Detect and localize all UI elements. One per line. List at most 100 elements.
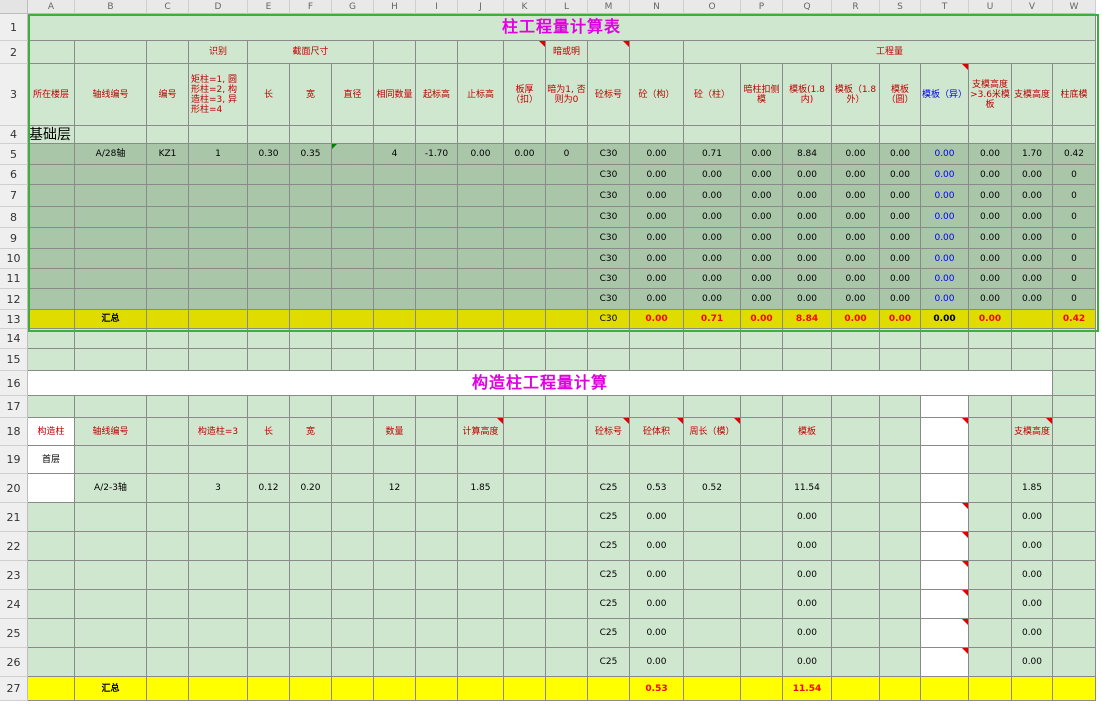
cell-f[interactable] xyxy=(290,532,332,561)
cell-p[interactable]: 0.00 xyxy=(741,269,783,289)
cell-j[interactable] xyxy=(458,648,504,677)
row-header-3[interactable]: 3 xyxy=(0,64,28,126)
cell-l[interactable] xyxy=(546,474,588,503)
cell-r[interactable]: 0.00 xyxy=(832,249,880,269)
cell-j[interactable] xyxy=(458,310,504,329)
cell-s[interactable] xyxy=(880,532,921,561)
cell-k[interactable] xyxy=(504,590,546,619)
cell-r[interactable] xyxy=(832,561,880,590)
cell-q[interactable] xyxy=(783,446,832,474)
cell-w[interactable]: 0 xyxy=(1053,207,1096,228)
cell-e[interactable] xyxy=(248,446,290,474)
column-header-i[interactable]: I xyxy=(416,0,458,14)
cell-k[interactable] xyxy=(504,207,546,228)
cell-e[interactable] xyxy=(248,329,290,349)
cell-t[interactable] xyxy=(921,446,969,474)
cell-u[interactable]: 0.00 xyxy=(969,165,1012,185)
cell-s[interactable] xyxy=(880,329,921,349)
cell-s[interactable] xyxy=(880,648,921,677)
cell-d[interactable] xyxy=(189,561,248,590)
cell-q[interactable]: 0.00 xyxy=(783,165,832,185)
cell-j[interactable] xyxy=(458,503,504,532)
column-header-s[interactable]: S xyxy=(880,0,921,14)
cell-w[interactable] xyxy=(1053,648,1096,677)
cell-k[interactable] xyxy=(504,310,546,329)
cell-n[interactable]: 0.00 xyxy=(630,310,684,329)
cell-q[interactable]: 0.00 xyxy=(783,269,832,289)
cell-i[interactable] xyxy=(416,249,458,269)
cell-f[interactable] xyxy=(290,228,332,249)
column-header-t[interactable]: T xyxy=(921,0,969,14)
cell-l[interactable] xyxy=(546,207,588,228)
cell-q[interactable]: 11.54 xyxy=(783,677,832,701)
cell-b[interactable] xyxy=(75,185,147,207)
column-header-g[interactable]: G xyxy=(332,0,374,14)
cell-f[interactable] xyxy=(290,165,332,185)
cell-g[interactable] xyxy=(332,228,374,249)
cell-s[interactable] xyxy=(880,349,921,371)
cell-c[interactable] xyxy=(147,503,189,532)
row-header-11[interactable]: 11 xyxy=(0,269,28,289)
cell-d[interactable] xyxy=(189,349,248,371)
cell-r[interactable]: 0.00 xyxy=(832,185,880,207)
cell-h[interactable] xyxy=(374,289,416,310)
cell-h[interactable] xyxy=(374,677,416,701)
cell-w[interactable] xyxy=(1053,371,1096,396)
cell-v[interactable]: 0.00 xyxy=(1012,165,1053,185)
cell-l[interactable] xyxy=(546,228,588,249)
cell-f[interactable] xyxy=(290,310,332,329)
cell-s[interactable]: 0.00 xyxy=(880,289,921,310)
cell-f[interactable] xyxy=(290,590,332,619)
cell-t[interactable]: 0.00 xyxy=(921,310,969,329)
row-header-23[interactable]: 23 xyxy=(0,561,28,590)
cell-b[interactable]: A/28轴 xyxy=(75,144,147,165)
cell-s[interactable] xyxy=(880,446,921,474)
cell-d[interactable] xyxy=(189,619,248,648)
cell-j[interactable] xyxy=(458,590,504,619)
header-q-form-out[interactable]: 模板（1.8外） xyxy=(832,64,880,126)
cell-e[interactable] xyxy=(248,503,290,532)
cell-n[interactable]: 0.00 xyxy=(630,289,684,310)
cell-d[interactable] xyxy=(189,207,248,228)
cell-i[interactable] xyxy=(416,561,458,590)
cell-r[interactable] xyxy=(832,677,880,701)
cell-v[interactable] xyxy=(1012,126,1053,144)
cell-n[interactable] xyxy=(630,41,684,64)
cell-a[interactable] xyxy=(28,619,75,648)
cell-f[interactable] xyxy=(290,503,332,532)
cell-w[interactable] xyxy=(1053,418,1096,446)
cell-b[interactable] xyxy=(75,269,147,289)
cell-e[interactable] xyxy=(248,126,290,144)
column-header-e[interactable]: E xyxy=(248,0,290,14)
cell-q[interactable]: 0.00 xyxy=(783,561,832,590)
cell-v[interactable]: 1.85 xyxy=(1012,474,1053,503)
cell-j[interactable] xyxy=(458,329,504,349)
cell-v[interactable]: 1.70 xyxy=(1012,144,1053,165)
cell-n[interactable]: 0.00 xyxy=(630,165,684,185)
cell-s[interactable]: 0.00 xyxy=(880,185,921,207)
title-column-calc[interactable]: 柱工程量计算表 xyxy=(28,14,1096,41)
cell-p[interactable] xyxy=(741,446,783,474)
cell-o[interactable]: 0.00 xyxy=(684,269,741,289)
row-header-10[interactable]: 10 xyxy=(0,249,28,269)
cell-t[interactable] xyxy=(921,349,969,371)
cell-a[interactable] xyxy=(28,41,75,64)
row-header-9[interactable]: 9 xyxy=(0,228,28,249)
cell-b[interactable] xyxy=(75,249,147,269)
cell-l[interactable] xyxy=(546,349,588,371)
cell-l[interactable] xyxy=(546,269,588,289)
cell-t[interactable]: 0.00 xyxy=(921,165,969,185)
row-header-15[interactable]: 15 xyxy=(0,349,28,371)
cell-c[interactable] xyxy=(147,418,189,446)
cell-p[interactable] xyxy=(741,648,783,677)
cell-h[interactable] xyxy=(374,590,416,619)
cell-r[interactable]: 0.00 xyxy=(832,144,880,165)
header-code[interactable]: 编号 xyxy=(147,64,189,126)
cell-j[interactable] xyxy=(458,396,504,418)
cell-s[interactable]: 0.00 xyxy=(880,249,921,269)
row-header-17[interactable]: 17 xyxy=(0,396,28,418)
cell-d[interactable] xyxy=(189,648,248,677)
cell-o[interactable]: 0.00 xyxy=(684,289,741,310)
cell-g[interactable] xyxy=(332,503,374,532)
cell-r[interactable] xyxy=(832,396,880,418)
